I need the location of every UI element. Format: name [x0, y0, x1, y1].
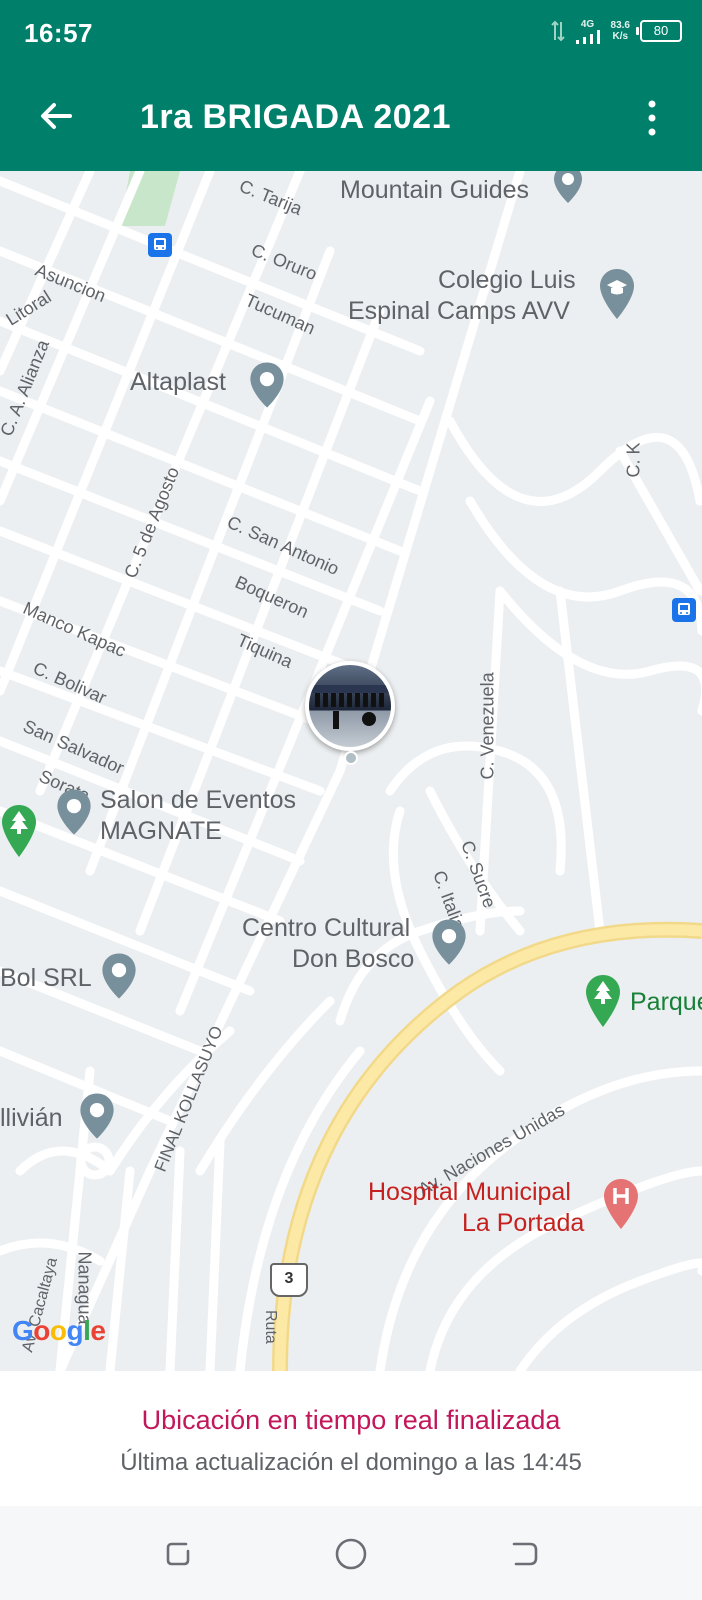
street-label: Nanagua — [74, 1251, 95, 1325]
last-updated-text: Última actualización el domingo a las 14… — [120, 1449, 582, 1476]
poi-label[interactable]: Salon de Eventos — [100, 785, 296, 816]
data-arrows-icon — [550, 20, 565, 42]
poi-label[interactable]: Parque — [630, 987, 702, 1018]
poi-label[interactable]: Colegio Luis — [438, 265, 576, 296]
poi-label[interactable]: Altaplast — [130, 367, 226, 398]
hospital-pin-icon[interactable] — [602, 1177, 640, 1231]
location-dot — [344, 751, 358, 765]
battery-icon: 80 — [636, 20, 682, 42]
location-marker-avatar[interactable] — [305, 661, 395, 751]
poi-label[interactable]: Hospital Municipal — [368, 1177, 571, 1208]
park-tree-icon[interactable] — [584, 973, 622, 1029]
map-pin-icon[interactable] — [430, 915, 468, 969]
map-pin-icon[interactable] — [248, 359, 286, 411]
route-shield-icon: 3 — [270, 1263, 308, 1297]
street-label: Ruta — [262, 1310, 279, 1344]
network-type: 4G — [580, 18, 595, 30]
poi-label[interactable]: Don Bosco — [292, 944, 414, 975]
signal-indicator: 4G — [575, 19, 601, 44]
back-nav-icon[interactable] — [508, 1536, 544, 1572]
avatar — [309, 665, 391, 747]
status-time: 16:57 — [24, 18, 93, 48]
school-pin-icon[interactable] — [598, 267, 636, 321]
google-logo: Google — [12, 1315, 106, 1346]
map-pin-icon[interactable] — [100, 949, 138, 1003]
status-icons: 4G 83.6 K/s 80 — [550, 14, 682, 48]
map-view[interactable]: C. Tarija C. Oruro Asuncion Litoral Tucu… — [0, 171, 702, 1371]
map-pin-icon[interactable] — [78, 1089, 116, 1143]
poi-label[interactable]: llivián — [0, 1103, 63, 1134]
more-vert-icon[interactable] — [644, 98, 660, 138]
live-location-status: Ubicación en tiempo real finalizada — [141, 1405, 561, 1435]
poi-label[interactable]: La Portada — [462, 1208, 584, 1239]
poi-label[interactable]: Espinal Camps AVV — [348, 296, 570, 327]
bus-stop-icon[interactable] — [672, 598, 696, 622]
street-label: C. K — [623, 442, 644, 478]
status-bar: 16:57 4G 83.6 K/s 80 — [0, 0, 702, 62]
street-label: C. Venezuela — [477, 672, 498, 780]
signal-icon — [575, 29, 600, 44]
home-circle-icon[interactable] — [333, 1536, 369, 1572]
system-nav-bar — [0, 1506, 702, 1600]
app-bar: 1ra BRIGADA 2021 — [0, 62, 702, 171]
map-pin-icon[interactable] — [552, 171, 584, 205]
live-location-footer: Ubicación en tiempo real finalizada Últi… — [0, 1371, 702, 1506]
poi-label[interactable]: Mountain Guides — [340, 175, 529, 206]
map-pin-icon[interactable] — [55, 785, 93, 839]
page-title: 1ra BRIGADA 2021 — [140, 98, 451, 136]
poi-label[interactable]: Bol SRL — [0, 963, 92, 994]
bus-stop-icon[interactable] — [148, 233, 172, 257]
park-tree-icon[interactable] — [0, 803, 38, 859]
speed-value: 83.6 — [610, 20, 630, 31]
poi-label[interactable]: MAGNATE — [100, 816, 222, 847]
recents-icon[interactable] — [160, 1536, 196, 1572]
poi-label[interactable]: Centro Cultural — [242, 913, 410, 944]
arrow-back-icon[interactable] — [36, 96, 76, 136]
speed-unit: K/s — [612, 31, 629, 42]
network-speed: 83.6 K/s — [611, 20, 630, 42]
